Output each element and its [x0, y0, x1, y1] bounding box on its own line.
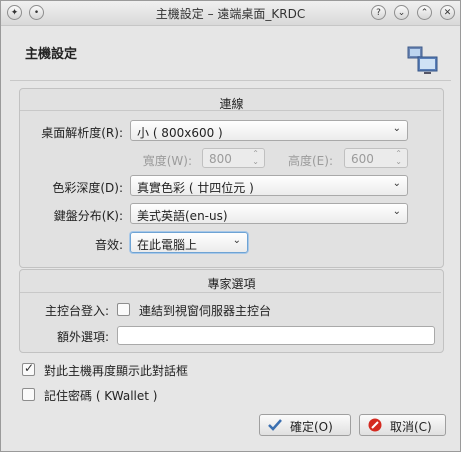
cancel-icon	[368, 418, 382, 432]
sound-combobox[interactable]: 在此電腦上 ⌄	[130, 232, 248, 253]
width-label: 寬度(W):	[142, 154, 192, 168]
height-spinbox[interactable]: 600 ⌃ ⌄	[344, 148, 408, 168]
resolution-label: 桌面解析度(R):	[41, 126, 123, 140]
keyboard-combobox[interactable]: 美式英語(en-us) ⌄	[130, 203, 408, 224]
width-value: 800	[209, 152, 232, 166]
chevron-down-icon: ⌄	[392, 206, 401, 217]
resolution-value: 小 ( 800x600 )	[137, 126, 223, 140]
remember-password-checkbox[interactable]	[22, 388, 35, 401]
header-separator	[10, 80, 451, 81]
height-label: 高度(E):	[288, 154, 333, 168]
maximize-icon[interactable]: ⌃	[417, 5, 432, 20]
checkmark-icon: ✓	[24, 361, 35, 375]
close-icon[interactable]: ✕	[440, 5, 455, 20]
show-again-checkbox[interactable]: ✓	[22, 361, 35, 376]
ok-button[interactable]: 確定(O)	[259, 414, 351, 436]
spin-arrows-icon: ⌃ ⌄	[395, 149, 402, 166]
expert-title-divider	[20, 292, 441, 293]
resolution-combobox[interactable]: 小 ( 800x600 ) ⌄	[130, 120, 408, 141]
expert-group-title: 專家選項	[207, 277, 256, 291]
spin-arrows-icon: ⌃ ⌄	[252, 149, 259, 166]
help-icon[interactable]: ?	[371, 5, 386, 20]
console-checkbox[interactable]	[117, 303, 130, 316]
chevron-down-icon: ⌄	[232, 235, 241, 246]
cancel-button[interactable]: 取消(C)	[359, 414, 446, 436]
page-title: 主機設定	[25, 47, 78, 62]
console-label: 主控台登入:	[44, 304, 109, 318]
remote-desktop-icon	[407, 46, 438, 74]
dialog-window: ✦ • 主機設定 – 遠端桌面_KRDC ? ⌄ ⌃ ✕ 主機設定 連線 桌面解…	[0, 0, 461, 452]
cancel-button-label: 取消(C)	[390, 420, 432, 434]
checkmark-icon	[268, 419, 282, 431]
minimize-icon[interactable]: ⌄	[394, 5, 409, 20]
height-value: 600	[351, 152, 374, 166]
chevron-down-icon: ⌄	[392, 123, 401, 134]
keyboard-value: 美式英語(en-us)	[137, 209, 228, 223]
extra-options-input[interactable]	[117, 326, 435, 345]
color-depth-value: 真實色彩 ( 廿四位元 )	[137, 181, 254, 195]
remember-password-label[interactable]: 記住密碼 ( KWallet )	[44, 387, 157, 404]
title-bar[interactable]: ✦ • 主機設定 – 遠端桌面_KRDC ? ⌄ ⌃ ✕	[1, 1, 460, 26]
color-depth-combobox[interactable]: 真實色彩 ( 廿四位元 ) ⌄	[130, 175, 408, 196]
width-spinbox[interactable]: 800 ⌃ ⌄	[202, 148, 265, 168]
console-checkbox-label[interactable]: 連結到視窗伺服器主控台	[139, 302, 271, 319]
extra-options-label: 額外選項:	[56, 330, 109, 344]
sound-value: 在此電腦上	[137, 238, 198, 252]
keyboard-label: 鍵盤分布(K):	[53, 209, 123, 223]
connection-title-divider	[20, 110, 441, 111]
window-title: 主機設定 – 遠端桌面_KRDC	[155, 7, 306, 21]
color-depth-label: 色彩深度(D):	[52, 181, 123, 195]
chevron-down-icon: ⌄	[392, 178, 401, 189]
ok-button-label: 確定(O)	[290, 420, 333, 434]
show-again-label[interactable]: 對此主機再度顯示此對話框	[44, 362, 188, 379]
sound-label: 音效:	[94, 238, 123, 252]
